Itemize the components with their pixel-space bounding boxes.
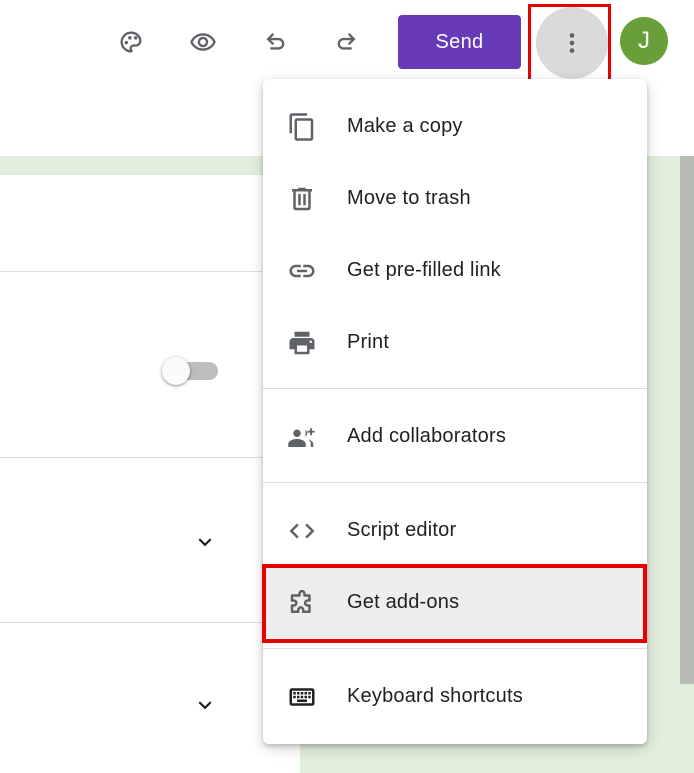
- menu-divider: [263, 482, 647, 483]
- more-options-menu: Make a copy Move to trash Get pre-filled…: [263, 79, 647, 744]
- menu-divider: [263, 388, 647, 389]
- menu-item-label: Get add-ons: [347, 590, 460, 613]
- settings-divider: [0, 271, 262, 272]
- link-icon: [287, 256, 317, 286]
- redo-icon: [337, 33, 356, 50]
- menu-item-label: Make a copy: [347, 114, 463, 137]
- menu-item-get-addons[interactable]: Get add-ons: [263, 566, 647, 638]
- page-scrollbar[interactable]: [680, 156, 694, 684]
- settings-card: [0, 175, 300, 773]
- palette-icon: [120, 31, 142, 53]
- menu-item-keyboard-shortcuts[interactable]: Keyboard shortcuts: [263, 660, 647, 732]
- customize-theme-button[interactable]: [111, 22, 151, 62]
- forms-editor: Send J Make a copy Move to trash Get pre…: [0, 0, 694, 773]
- print-icon: [287, 328, 317, 358]
- menu-item-label: Script editor: [347, 518, 457, 541]
- send-button[interactable]: Send: [398, 15, 521, 69]
- redo-button[interactable]: [327, 22, 367, 62]
- expand-chevron-button[interactable]: [191, 528, 219, 556]
- trash-icon: [287, 184, 317, 214]
- menu-item-move-to-trash[interactable]: Move to trash: [263, 162, 647, 234]
- settings-divider: [0, 457, 262, 458]
- eye-icon: [190, 33, 216, 51]
- undo-button[interactable]: [255, 22, 295, 62]
- menu-item-print[interactable]: Print: [263, 306, 647, 378]
- menu-item-make-copy[interactable]: Make a copy: [263, 90, 647, 162]
- header-toolbar: Send J: [0, 0, 694, 86]
- add-people-icon: [287, 422, 317, 452]
- menu-item-label: Get pre-filled link: [347, 258, 501, 281]
- menu-item-script-editor[interactable]: Script editor: [263, 494, 647, 566]
- more-options-button[interactable]: [536, 7, 608, 79]
- setting-toggle-switch[interactable]: [162, 357, 220, 385]
- more-vert-icon: [569, 33, 575, 53]
- chevron-down-icon: [198, 538, 212, 547]
- keyboard-icon: [287, 682, 317, 712]
- toggle-knob: [162, 357, 190, 385]
- menu-item-label: Add collaborators: [347, 424, 507, 447]
- undo-icon: [266, 33, 285, 50]
- menu-item-prefilled-link[interactable]: Get pre-filled link: [263, 234, 647, 306]
- account-avatar[interactable]: J: [620, 17, 668, 65]
- copy-icon: [287, 112, 317, 142]
- expand-chevron-button[interactable]: [191, 691, 219, 719]
- menu-item-label: Print: [347, 330, 390, 353]
- menu-divider: [263, 648, 647, 649]
- code-icon: [287, 516, 317, 546]
- menu-item-label: Move to trash: [347, 186, 471, 209]
- menu-item-add-collaborators[interactable]: Add collaborators: [263, 400, 647, 472]
- preview-button[interactable]: [183, 22, 223, 62]
- menu-item-label: Keyboard shortcuts: [347, 684, 523, 707]
- puzzle-icon: [287, 588, 317, 618]
- chevron-down-icon: [198, 701, 212, 710]
- settings-divider: [0, 622, 262, 623]
